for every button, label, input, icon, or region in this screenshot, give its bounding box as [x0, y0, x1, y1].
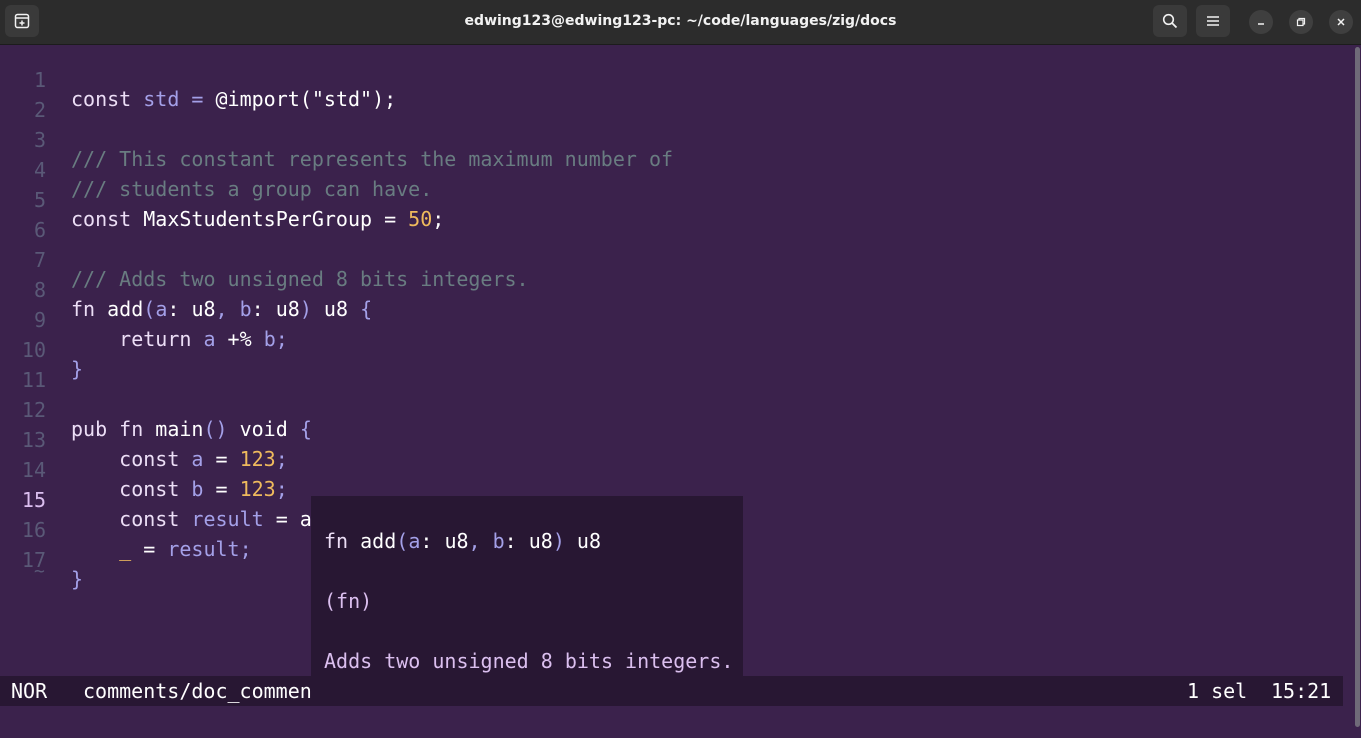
code-line-12[interactable]: 12 pub fn main() void { — [0, 376, 312, 441]
code-text: const b = 123; — [71, 477, 288, 501]
status-line: NOR comments/doc_commen 1 sel 15:21 — [0, 676, 1343, 706]
menu-button[interactable] — [1196, 5, 1230, 37]
code-line-13[interactable]: 13 const a = 123; — [0, 406, 288, 471]
command-line[interactable] — [0, 706, 1343, 738]
code-text: } — [71, 567, 84, 591]
maximize-icon — [1296, 17, 1306, 27]
doc-comment: /// Adds two unsigned 8 bits integers. — [71, 267, 529, 291]
code-text: fn add(a: u8, b: u8) u8 { — [71, 297, 373, 321]
code-text: const a = 123; — [71, 447, 288, 471]
minimize-icon — [1258, 23, 1264, 25]
maximize-button[interactable] — [1289, 10, 1313, 34]
code-line-14[interactable]: 14 const b = 123; — [0, 436, 288, 501]
terminal-window: edwing123@edwing123-pc: ~/code/languages… — [0, 0, 1361, 738]
code-line-1[interactable]: 1 const std = @import("std"); — [0, 46, 396, 111]
code-line-6[interactable]: 6 — [0, 196, 58, 242]
cursor-position: 15:21 — [1271, 679, 1332, 703]
file-name: comments/doc_commen — [83, 679, 312, 703]
code-line-16[interactable]: 16 _ = result; — [0, 496, 252, 561]
mode-indicator: NOR — [11, 679, 48, 703]
menu-icon — [1207, 16, 1219, 26]
doc-comment: /// students a group can have. — [71, 177, 433, 201]
code-text: const MaxStudentsPerGroup = 50; — [71, 207, 445, 231]
code-line-3[interactable]: 3 /// This constant represents the maxim… — [0, 106, 673, 171]
code-line-17[interactable]: 17 } — [0, 526, 83, 591]
code-line-5[interactable]: 5 const MaxStudentsPerGroup = 50; — [0, 166, 444, 231]
end-of-buffer-marker: ~ — [34, 561, 45, 582]
code-line-15[interactable]: 15 const result = add(a, b); — [0, 466, 420, 531]
code-text: return a +% b; — [71, 327, 288, 351]
popup-signature: fn add(a: u8, b: u8) u8 — [324, 529, 602, 553]
title-bar: edwing123@edwing123-pc: ~/code/languages… — [0, 0, 1361, 45]
code-editor[interactable]: 1 const std = @import("std"); 2 3 /// Th… — [0, 45, 1343, 676]
scrollbar-thumb[interactable] — [1355, 47, 1360, 727]
code-line-2[interactable]: 2 — [0, 76, 58, 122]
doc-comment: /// This constant represents the maximum… — [71, 147, 674, 171]
code-line-7[interactable]: 7 /// Adds two unsigned 8 bits integers. — [0, 226, 529, 291]
code-line-11[interactable]: 11 — [0, 346, 58, 392]
code-text: } — [71, 357, 84, 381]
search-icon — [1162, 13, 1178, 29]
vertical-scrollbar[interactable] — [1343, 45, 1361, 738]
code-text: pub fn main() void { — [71, 417, 312, 441]
code-line-4[interactable]: 4 /// students a group can have. — [0, 136, 432, 201]
code-line-8[interactable]: 8 fn add(a: u8, b: u8) u8 { — [0, 256, 372, 321]
minimize-button[interactable] — [1249, 10, 1273, 34]
code-text: _ = result; — [71, 537, 252, 561]
close-button[interactable] — [1329, 10, 1353, 34]
search-button[interactable] — [1153, 5, 1187, 37]
popup-doc-text: Adds two unsigned 8 bits integers. — [324, 649, 734, 673]
popup-kind: (fn) — [324, 589, 373, 613]
code-line-9[interactable]: 9 return a +% b; — [0, 286, 288, 351]
code-line-10[interactable]: 10 } — [0, 316, 83, 381]
close-icon — [1337, 18, 1345, 26]
hover-doc-popup: fn add(a: u8, b: u8) u8 (fn) Adds two un… — [311, 496, 743, 676]
selection-count: 1 sel — [1187, 679, 1248, 703]
code-text: const std = @import("std"); — [71, 87, 397, 111]
